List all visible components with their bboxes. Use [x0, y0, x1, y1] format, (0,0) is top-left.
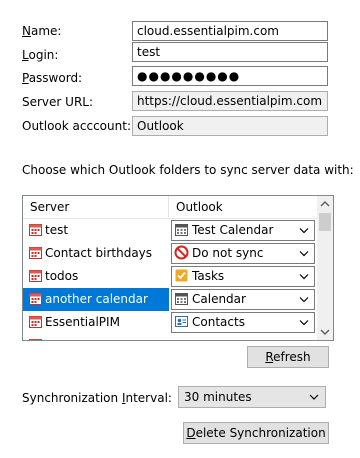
chevron-down-icon — [298, 313, 310, 332]
scroll-down-arrow-icon[interactable] — [317, 324, 333, 340]
table-row[interactable]: Contact birthdays Do not sync — [23, 242, 317, 265]
calendar-icon — [29, 292, 42, 305]
server-url-label: Server URL: — [22, 95, 94, 109]
server-column-header[interactable]: Server — [23, 196, 169, 218]
table-row-partial — [23, 334, 317, 340]
table-row[interactable]: EssentialPIM Contacts — [23, 311, 317, 334]
table-row[interactable]: todos Tasks — [23, 265, 317, 288]
outlook-account-label: Outlook acccount: — [22, 119, 131, 133]
calendar-icon — [174, 291, 189, 306]
chevron-down-icon — [298, 221, 310, 240]
sync-interval-label: Synchronization Interval: — [22, 391, 172, 405]
outlook-folder-name: Contacts — [192, 315, 245, 329]
server-folder-cell — [23, 334, 169, 340]
table-header: Server Outlook — [23, 196, 317, 219]
outlook-account-field: Outlook — [132, 116, 328, 136]
calendar-icon — [29, 269, 42, 282]
delete-synchronization-button[interactable]: Delete Synchronization — [183, 422, 329, 444]
server-folder-cell[interactable]: EssentialPIM — [23, 311, 169, 334]
outlook-folder-dropdown[interactable]: Calendar — [171, 289, 315, 310]
outlook-folder-dropdown[interactable]: Tasks — [171, 266, 315, 287]
password-field[interactable]: ●●●●●●●●● — [132, 66, 328, 86]
tasks-icon — [174, 268, 189, 283]
server-url-field: https://cloud.essentialpim.com — [132, 91, 328, 111]
login-field[interactable]: test — [132, 42, 328, 62]
vertical-scrollbar[interactable] — [317, 196, 333, 340]
calendar-icon — [29, 338, 42, 340]
calendar-icon — [29, 246, 42, 259]
server-folder-name: todos — [45, 269, 79, 283]
server-folder-name: EssentialPIM — [45, 315, 120, 329]
refresh-button[interactable]: Refresh — [247, 346, 329, 368]
table-row[interactable]: another calendar Calendar — [23, 288, 317, 311]
outlook-column-header[interactable]: Outlook — [169, 196, 317, 218]
name-field[interactable]: cloud.essentialpim.com — [132, 21, 328, 41]
server-folder-cell[interactable]: test — [23, 219, 169, 242]
chevron-down-icon — [308, 387, 320, 407]
server-folder-name: Contact birthdays — [45, 246, 153, 260]
outlook-folder-dropdown[interactable]: Contacts — [171, 312, 315, 333]
contacts-icon — [174, 314, 189, 329]
outlook-folder-dropdown[interactable]: Do not sync — [171, 243, 315, 264]
sync-prompt-text: Choose which Outlook folders to sync ser… — [22, 163, 354, 177]
calendar-icon — [29, 223, 42, 236]
server-folder-cell[interactable]: todos — [23, 265, 169, 288]
folder-mapping-table[interactable]: Server Outlook test Test Calendar Contact … — [22, 195, 334, 341]
server-folder-cell[interactable]: another calendar — [23, 288, 169, 311]
scroll-up-arrow-icon[interactable] — [317, 196, 333, 212]
scroll-thumb[interactable] — [319, 213, 331, 231]
calendar-icon — [29, 315, 42, 328]
sync-interval-value: 30 minutes — [184, 390, 252, 404]
password-label: Password: — [22, 71, 83, 85]
calendar-icon — [174, 222, 189, 237]
outlook-folder-name: Do not sync — [192, 246, 264, 260]
chevron-down-icon — [298, 244, 310, 263]
sync-interval-select[interactable]: 30 minutes — [178, 386, 326, 408]
outlook-folder-name: Calendar — [192, 292, 246, 306]
login-label: Login: — [22, 48, 59, 62]
server-folder-name: test — [45, 223, 69, 237]
outlook-folder-dropdown[interactable]: Test Calendar — [171, 220, 315, 241]
chevron-down-icon — [298, 290, 310, 309]
server-folder-name: another calendar — [45, 292, 148, 306]
outlook-folder-name: Test Calendar — [192, 223, 274, 237]
table-row[interactable]: test Test Calendar — [23, 219, 317, 242]
chevron-down-icon — [298, 267, 310, 286]
no-sync-icon — [174, 245, 189, 260]
name-label: Name: — [22, 24, 62, 38]
outlook-folder-name: Tasks — [192, 269, 225, 283]
server-folder-cell[interactable]: Contact birthdays — [23, 242, 169, 265]
